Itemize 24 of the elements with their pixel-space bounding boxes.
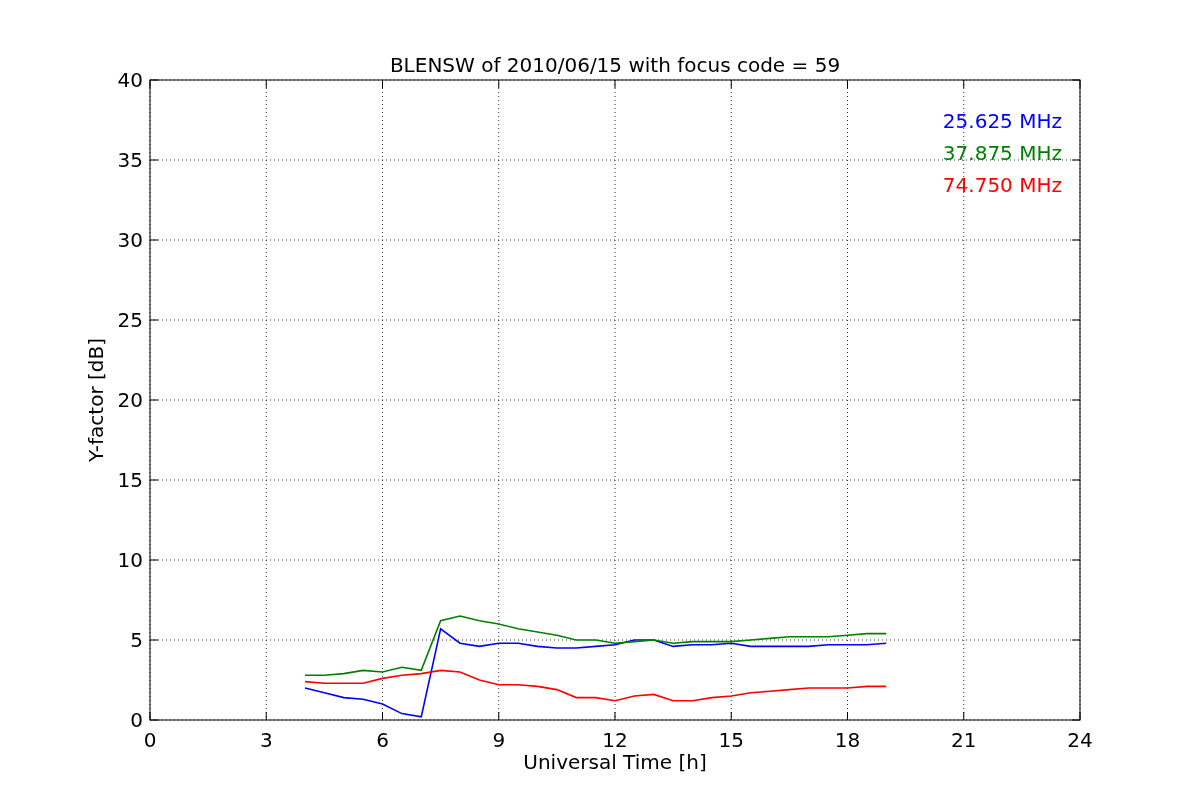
y-tick-label: 30 bbox=[117, 228, 143, 252]
chart-title: BLENSW of 2010/06/15 with focus code = 59 bbox=[389, 53, 841, 77]
legend-label: 25.625 MHz bbox=[942, 109, 1062, 133]
y-tick-label: 15 bbox=[117, 468, 143, 492]
x-axis-label: Universal Time [h] bbox=[523, 750, 707, 774]
x-tick-label: 24 bbox=[1067, 728, 1093, 752]
y-tick-label: 5 bbox=[130, 628, 143, 652]
x-tick-label: 18 bbox=[834, 728, 861, 752]
y-tick-label: 35 bbox=[117, 148, 143, 172]
legend-label: 37.875 MHz bbox=[942, 141, 1062, 165]
x-tick-label: 15 bbox=[718, 728, 744, 752]
y-tick-label: 10 bbox=[117, 548, 143, 572]
y-tick-label: 0 bbox=[130, 708, 143, 732]
y-tick-label: 20 bbox=[117, 388, 143, 412]
y-tick-label: 40 bbox=[117, 68, 143, 92]
x-tick-label: 0 bbox=[143, 728, 157, 752]
x-tick-label: 3 bbox=[259, 728, 273, 752]
y-axis-label: Y-factor [dB] bbox=[84, 338, 108, 462]
x-tick-label: 12 bbox=[602, 728, 628, 752]
x-tick-label: 6 bbox=[376, 728, 389, 752]
x-tick-label: 21 bbox=[951, 728, 977, 752]
x-tick-label: 9 bbox=[492, 728, 506, 752]
legend-label: 74.750 MHz bbox=[942, 173, 1062, 197]
y-tick-label: 25 bbox=[117, 308, 143, 332]
